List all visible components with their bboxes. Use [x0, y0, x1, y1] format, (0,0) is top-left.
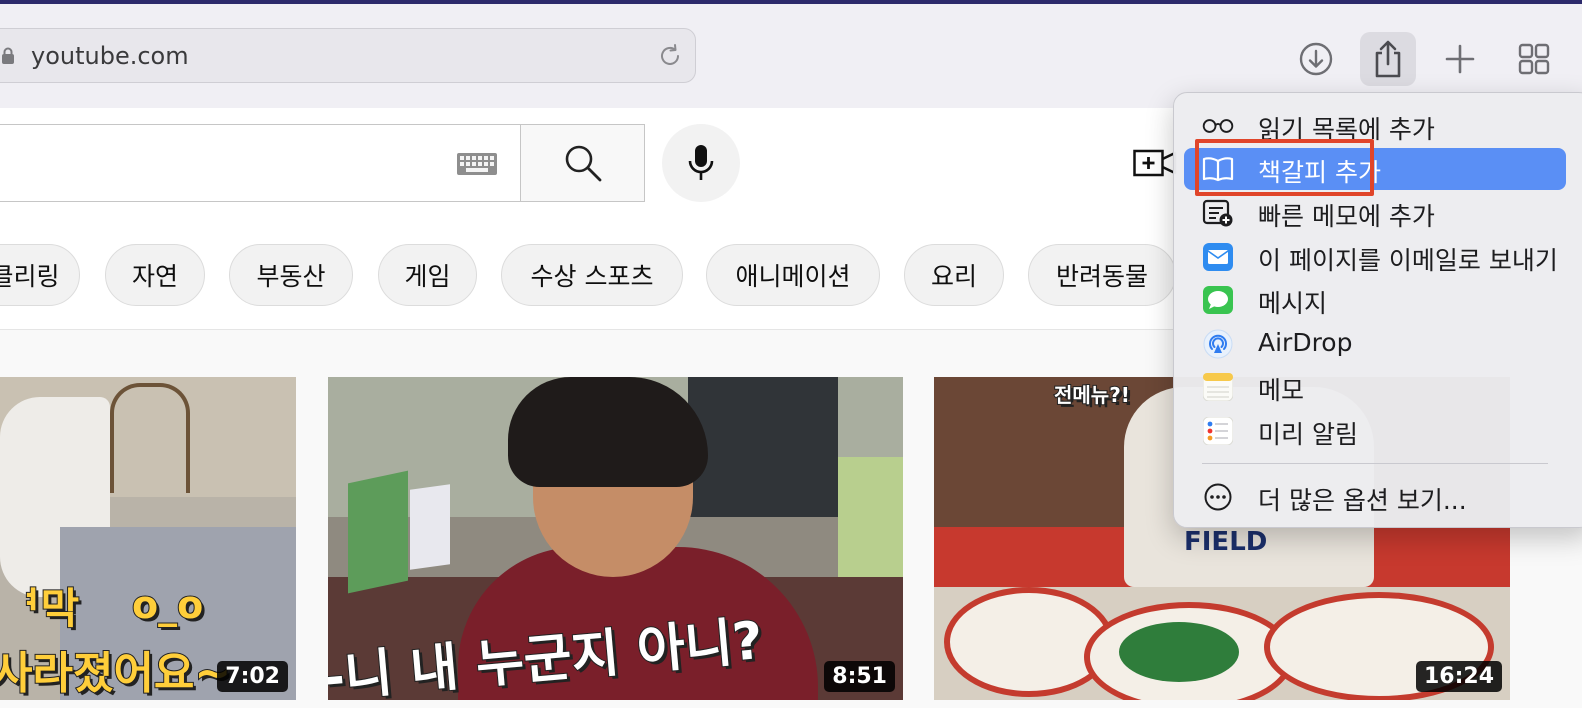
video-thumbnail[interactable]: ᅧ막 o_o 사라졌어요~ 7:02	[0, 377, 296, 700]
menu-item-label: 읽기 목록에 추가	[1258, 115, 1435, 144]
thumbnail-caption: o_o	[131, 582, 204, 628]
downloads-button[interactable]	[1288, 32, 1344, 86]
menu-item-label: 책갈피 추가	[1258, 158, 1381, 187]
video-thumbnail[interactable]: -니 내 누군지 아니? 8:51	[328, 377, 903, 700]
menu-item-label: 더 많은 옵션 보기...	[1258, 486, 1467, 515]
menu-item-airdrop[interactable]: AirDrop	[1184, 323, 1566, 365]
search-button[interactable]	[520, 124, 645, 202]
menu-item-label: 이 페이지를 이메일로 보내기	[1258, 246, 1558, 275]
menu-item-notes[interactable]: 메모	[1184, 366, 1566, 408]
share-button[interactable]	[1360, 32, 1416, 86]
new-tab-button[interactable]	[1432, 32, 1488, 86]
share-icon	[1375, 40, 1401, 78]
menu-item-label: 빠른 메모에 추가	[1258, 202, 1435, 231]
chip-3[interactable]: 게임	[378, 244, 477, 306]
thumbnail-caption: FIELD	[1184, 527, 1268, 557]
menu-divider	[1202, 463, 1548, 464]
book-icon	[1202, 154, 1234, 184]
lock-icon	[2, 47, 14, 64]
plus-icon	[1445, 44, 1475, 74]
address-bar[interactable]: youtube.com	[0, 28, 696, 83]
menu-item-reminders[interactable]: 미리 알림	[1184, 410, 1566, 452]
create-video-icon[interactable]	[1133, 148, 1177, 178]
voice-search-button[interactable]	[662, 124, 740, 202]
reminders-icon	[1202, 416, 1234, 446]
menu-item-label: AirDrop	[1258, 328, 1353, 357]
menu-item-add-bookmark[interactable]: 책갈피 추가	[1184, 148, 1566, 190]
microphone-icon	[688, 145, 714, 180]
chip-7[interactable]: 반려동물	[1028, 244, 1176, 306]
menu-item-add-to-reading-list[interactable]: 읽기 목록에 추가	[1184, 105, 1566, 147]
tabs-grid-icon	[1518, 43, 1550, 75]
thumbnail-caption: 사라졌어요~	[0, 647, 232, 700]
chip-1[interactable]: 자연	[105, 244, 205, 306]
thumbnail-caption: 전메뉴?!	[1053, 382, 1131, 408]
video-duration: 8:51	[824, 661, 895, 692]
menu-item-label: 메모	[1258, 376, 1305, 405]
thumbnail-scene	[348, 470, 408, 594]
menu-item-label: 미리 알림	[1258, 420, 1358, 449]
thumbnail-scene	[838, 457, 903, 597]
thumbnail-scene	[410, 484, 450, 570]
share-menu: 읽기 목록에 추가 책갈피 추가 빠른 메모에 추가 이 페이지를 이메일로 보…	[1173, 92, 1582, 528]
menu-item-email-page[interactable]: 이 페이지를 이메일로 보내기	[1184, 236, 1566, 278]
quick-note-icon	[1202, 198, 1234, 228]
chip-5[interactable]: 애니메이션	[706, 244, 880, 306]
search-input[interactable]	[0, 124, 520, 202]
airdrop-icon	[1202, 329, 1234, 359]
chip-2[interactable]: 부동산	[229, 244, 353, 306]
search-icon	[565, 145, 601, 182]
thumbnail-scene	[688, 377, 838, 517]
video-duration: 7:02	[217, 661, 288, 692]
messages-icon	[1202, 285, 1234, 315]
tab-overview-button[interactable]	[1506, 32, 1562, 86]
chip-0[interactable]: 클리링	[0, 244, 80, 306]
keyboard-icon[interactable]	[457, 153, 497, 175]
chip-4[interactable]: 수상 스포츠	[501, 244, 683, 306]
download-icon	[1299, 42, 1333, 76]
menu-item-messages[interactable]: 메시지	[1184, 279, 1566, 321]
reload-icon[interactable]	[657, 43, 683, 69]
mail-icon	[1202, 242, 1234, 272]
menu-item-more-options[interactable]: 더 많은 옵션 보기...	[1184, 476, 1566, 518]
thumbnail-scene	[508, 377, 708, 487]
more-icon	[1202, 482, 1234, 512]
menu-item-label: 메시지	[1258, 289, 1328, 318]
thumbnail-scene	[110, 383, 190, 493]
glasses-icon	[1202, 111, 1234, 141]
thumbnail-caption: ᅧ막	[1, 583, 80, 634]
notes-icon	[1202, 372, 1234, 402]
video-duration: 16:24	[1415, 661, 1502, 692]
chip-6[interactable]: 요리	[904, 244, 1004, 306]
url-text[interactable]: youtube.com	[31, 42, 189, 70]
thumbnail-scene	[1119, 622, 1239, 682]
menu-item-add-to-quick-note[interactable]: 빠른 메모에 추가	[1184, 192, 1566, 234]
